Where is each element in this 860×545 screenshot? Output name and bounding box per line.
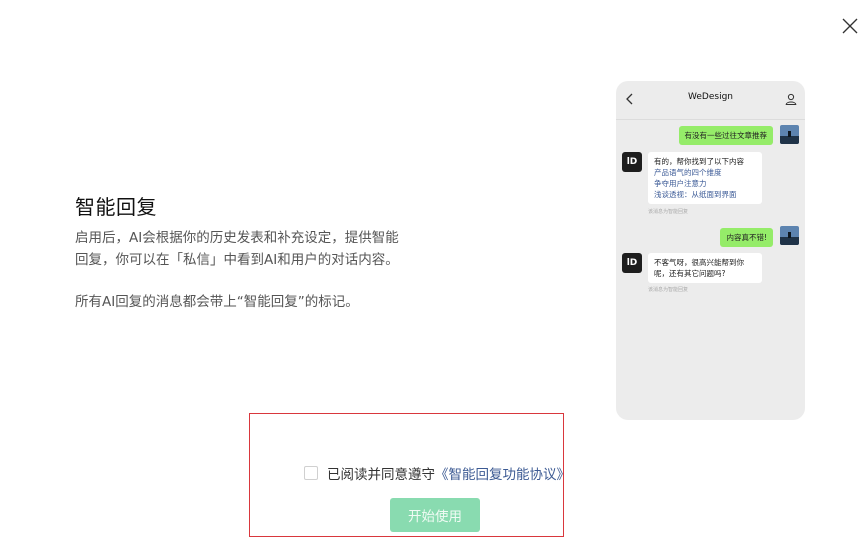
user-avatar [780,125,799,144]
user-avatar [780,226,799,245]
page-title: 智能回复 [75,195,157,219]
article-link[interactable]: 争夺用户注意力 [654,178,756,189]
agreement-link[interactable]: 《智能回复功能协议》 [435,463,570,483]
agreement-checkbox[interactable] [304,466,318,480]
smart-reply-note: 该消息为智能回复 [648,287,689,293]
user-message: 内容真不错! [720,228,773,247]
description-paragraph: 启用后，AI会根据你的历史发表和补充设定，提供智能回复，你可以在「私信」中看到A… [75,230,399,268]
phone-header-title: WeDesign [688,92,733,102]
start-button[interactable]: 开始使用 [390,498,480,532]
bot-message: 不客气呀，很高兴能帮到你呢，还有其它问题吗? [648,253,762,283]
phone-preview: WeDesign 有没有一些过往文章推荐 lD 有的，帮你找到了以下内容 产品语… [616,81,805,420]
user-message: 有没有一些过往文章推荐 [678,126,773,145]
description-note: 所有AI回复的消息都会带上“智能回复”的标记。 [75,294,359,310]
close-button[interactable] [838,14,860,38]
description: 启用后，AI会根据你的历史发表和补充设定，提供智能回复，你可以在「私信」中看到A… [75,227,405,313]
bot-avatar: lD [622,253,642,273]
smart-reply-note: 该消息为智能回复 [648,209,689,215]
article-link[interactable]: 浅谈透视：从纸面到界面 [654,189,756,200]
article-link[interactable]: 产品语气的四个维度 [654,167,756,178]
bot-message-text: 有的，帮你找到了以下内容 [654,157,744,166]
agreement-text: 已阅读并同意遵守 [327,467,435,483]
user-icon [785,93,797,105]
bot-avatar: lD [622,152,642,172]
agreement-row: 已阅读并同意遵守 《智能回复功能协议》 [304,463,570,483]
close-icon [842,18,858,34]
bot-message: 有的，帮你找到了以下内容 产品语气的四个维度 争夺用户注意力 浅谈透视：从纸面到… [648,152,762,204]
phone-header: WeDesign [616,81,805,120]
